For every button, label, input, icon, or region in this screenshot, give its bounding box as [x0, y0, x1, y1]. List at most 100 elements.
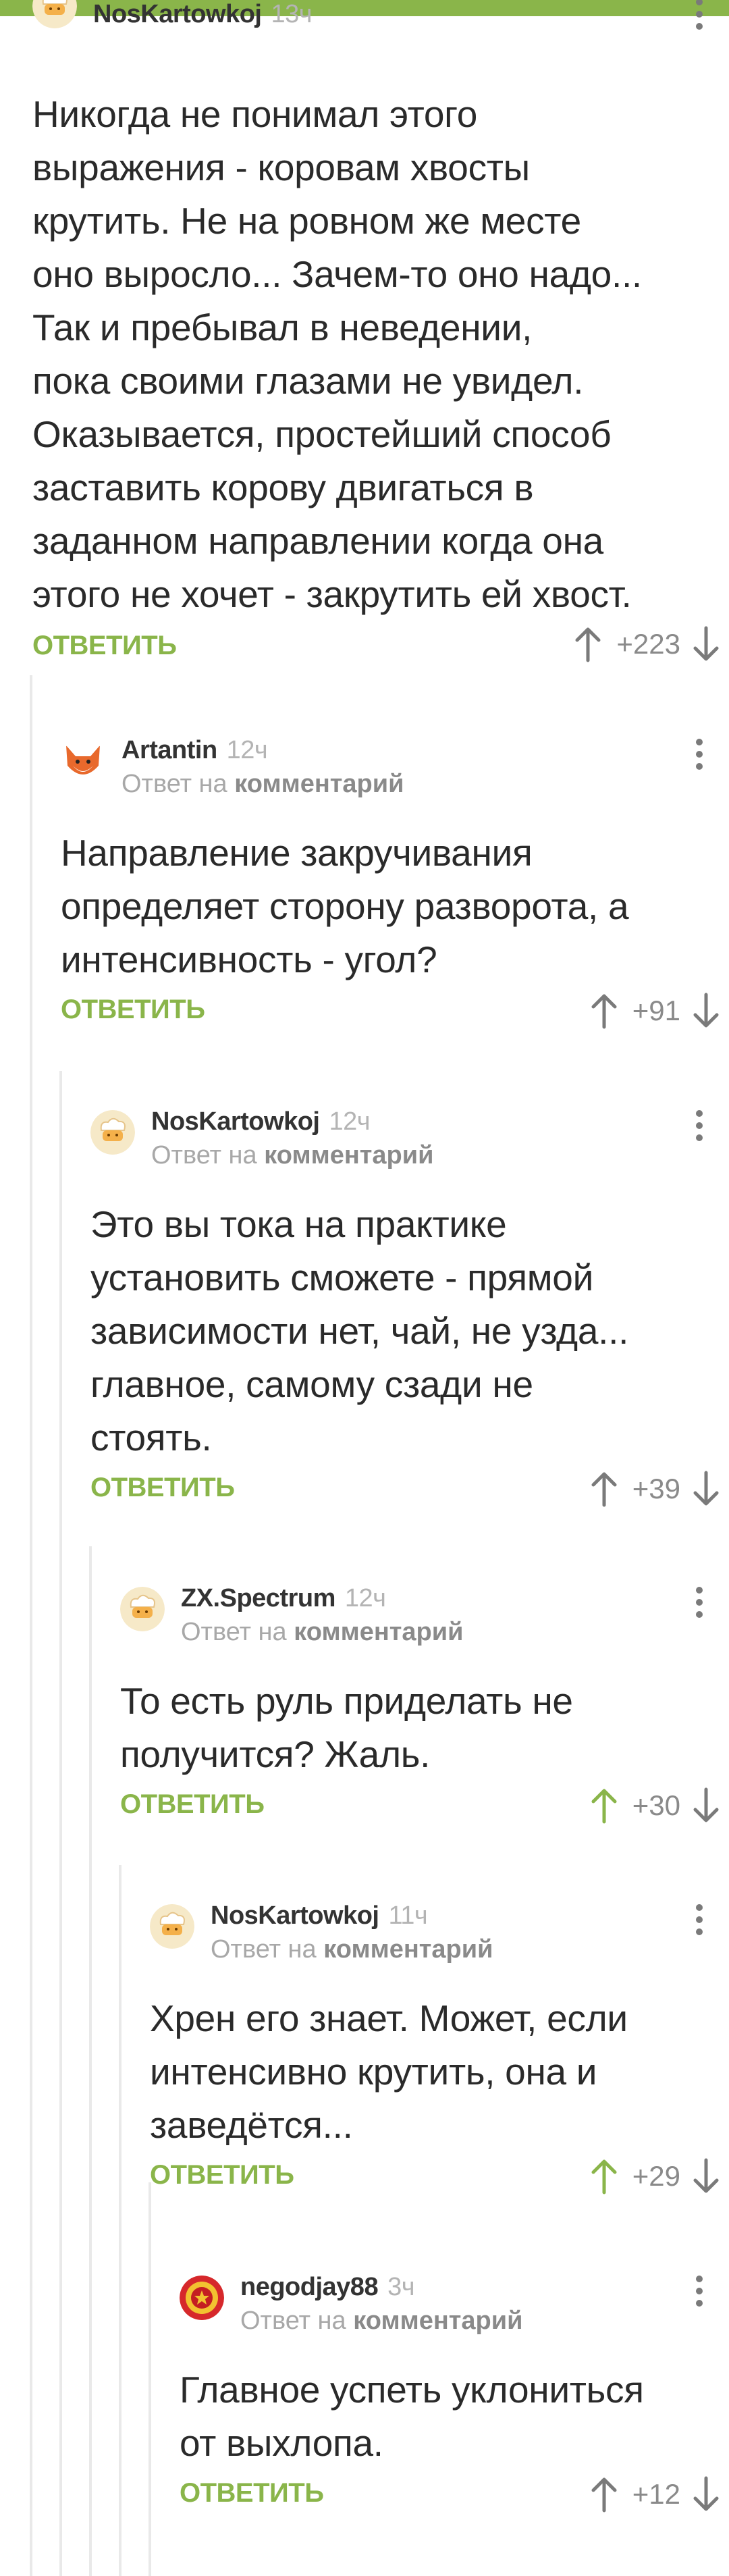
comment-time: 3ч: [387, 2273, 415, 2301]
comment-actions: ОТВЕТИТЬ +29: [150, 2152, 729, 2213]
reply-button[interactable]: ОТВЕТИТЬ: [120, 1789, 265, 1820]
reply-to-prefix: Ответ на: [211, 1935, 317, 1964]
reply-to-prefix: Ответ на: [151, 1141, 257, 1169]
downvote-arrow-icon[interactable]: [691, 2475, 721, 2513]
upvote-arrow-icon[interactable]: [589, 992, 619, 1030]
more-menu-icon[interactable]: [686, 1900, 713, 1947]
author-name[interactable]: NosKartowkoj: [151, 1107, 320, 1136]
author-name[interactable]: NosKartowkoj: [93, 0, 262, 28]
thread-line: [59, 1071, 62, 2576]
comment-author[interactable]: negodjay88 3ч: [240, 2273, 415, 2302]
author-name[interactable]: Artantin: [122, 736, 217, 764]
author-name[interactable]: NosKartowkoj: [211, 1901, 379, 1930]
comment-header: ZX.Spectrum 12ч Ответ на комментарий: [120, 1577, 729, 1652]
comment-time: 13ч: [271, 0, 313, 28]
chef-avatar-icon: [90, 1110, 135, 1155]
comment-score: +30: [632, 1789, 680, 1821]
comment-time: 12ч: [344, 1584, 386, 1612]
more-menu-icon[interactable]: [686, 1106, 713, 1153]
comment-time: 11ч: [388, 1901, 428, 1930]
comment-text: То есть руль приделать не получится? Жал…: [120, 1680, 573, 1775]
comment-author[interactable]: NosKartowkoj 11ч: [211, 1901, 428, 1930]
comment: NosKartowkoj 13ч Никогда не понимал этого…: [32, 0, 729, 682]
upvote-arrow-icon[interactable]: [573, 625, 603, 663]
more-menu-icon[interactable]: [686, 2271, 713, 2319]
rating: +29: [589, 2157, 721, 2195]
rating: +91: [589, 992, 721, 1030]
comment-text: Это вы тока на практике установить сможе…: [90, 1203, 629, 1458]
comment-author[interactable]: ZX.Spectrum 12ч: [181, 1584, 386, 1613]
more-menu-icon[interactable]: [686, 735, 713, 782]
comment-time: 12ч: [329, 1107, 371, 1136]
rating: +39: [589, 1470, 721, 1508]
reply-to-prefix: Ответ на: [181, 1618, 287, 1646]
avatar[interactable]: [150, 1904, 194, 1949]
comment-author[interactable]: NosKartowkoj 13ч: [93, 0, 313, 29]
downvote-arrow-icon[interactable]: [691, 2157, 721, 2195]
upvote-arrow-icon[interactable]: [589, 2157, 619, 2195]
author-name[interactable]: negodjay88: [240, 2273, 379, 2301]
more-menu-icon[interactable]: [686, 1583, 713, 1630]
rating: +30: [589, 1787, 721, 1824]
reply-to-comment-link[interactable]: комментарий: [323, 1935, 493, 1964]
reply-to-link[interactable]: Ответ на комментарий: [151, 1141, 433, 1170]
downvote-arrow-icon[interactable]: [691, 1470, 721, 1508]
comment-text: Главное успеть уклониться от выхлопа.: [180, 2369, 644, 2464]
comment-score: +91: [632, 995, 680, 1026]
chef-avatar-icon: [120, 1587, 165, 1631]
comment-score: +223: [616, 628, 680, 660]
avatar[interactable]: [180, 2276, 224, 2320]
rating: +12: [589, 2475, 721, 2513]
upvote-arrow-icon[interactable]: [589, 1787, 619, 1824]
avatar[interactable]: [120, 1587, 165, 1631]
fox-avatar-icon: [61, 739, 105, 783]
emblem-avatar-icon: [180, 2276, 224, 2320]
reply-to-comment-link[interactable]: комментарий: [234, 770, 404, 798]
upvote-arrow-icon[interactable]: [589, 1470, 619, 1508]
comment: Artantin 12ч Ответ на комментарий Направл…: [61, 729, 729, 1047]
comment: negodjay88 3ч Ответ на комментарий Главно…: [180, 2266, 729, 2531]
reply-to-link[interactable]: Ответ на комментарий: [211, 1935, 493, 1964]
reply-to-comment-link[interactable]: комментарий: [264, 1141, 433, 1169]
reply-to-prefix: Ответ на: [240, 2307, 346, 2335]
thread-line: [119, 1865, 122, 2576]
comment-author[interactable]: Artantin 12ч: [122, 736, 268, 765]
thread-line: [89, 1546, 92, 2576]
reply-to-comment-link[interactable]: комментарий: [353, 2307, 522, 2335]
reply-button[interactable]: ОТВЕТИТЬ: [90, 1473, 235, 1503]
comment-actions: ОТВЕТИТЬ +12: [180, 2470, 729, 2531]
reply-button[interactable]: ОТВЕТИТЬ: [180, 2478, 324, 2508]
comment: NosKartowkoj 11ч Ответ на комментарий Хре…: [150, 1895, 729, 2213]
comment: ZX.Spectrum 12ч Ответ на комментарий То е…: [120, 1577, 729, 1842]
comment-score: +29: [632, 2160, 680, 2192]
more-menu-icon[interactable]: [686, 0, 713, 42]
chef-avatar-icon: [32, 0, 77, 28]
reply-button[interactable]: ОТВЕТИТЬ: [61, 995, 205, 1025]
comment-time: 12ч: [226, 736, 268, 764]
comment-header: NosKartowkoj 11ч Ответ на комментарий: [150, 1895, 729, 1969]
downvote-arrow-icon[interactable]: [691, 625, 721, 663]
downvote-arrow-icon[interactable]: [691, 992, 721, 1030]
reply-button[interactable]: ОТВЕТИТЬ: [32, 631, 177, 661]
comment-header: NosKartowkoj 12ч Ответ на комментарий: [90, 1101, 729, 1175]
reply-to-comment-link[interactable]: комментарий: [294, 1618, 463, 1646]
reply-to-link[interactable]: Ответ на комментарий: [122, 770, 404, 799]
rating: +223: [573, 625, 721, 663]
comment-header: NosKartowkoj 13ч: [32, 0, 729, 39]
reply-button[interactable]: ОТВЕТИТЬ: [150, 2160, 294, 2190]
avatar[interactable]: [90, 1110, 135, 1155]
comment-actions: ОТВЕТИТЬ +223: [32, 621, 729, 682]
author-name[interactable]: ZX.Spectrum: [181, 1584, 335, 1612]
reply-to-link[interactable]: Ответ на комментарий: [240, 2307, 522, 2336]
comment-author[interactable]: NosKartowkoj 12ч: [151, 1107, 371, 1136]
avatar[interactable]: [32, 0, 77, 28]
reply-to-prefix: Ответ на: [122, 770, 227, 798]
downvote-arrow-icon[interactable]: [691, 1787, 721, 1824]
chef-avatar-icon: [150, 1904, 194, 1949]
comment-score: +12: [632, 2478, 680, 2510]
comment-actions: ОТВЕТИТЬ +91: [61, 987, 729, 1047]
upvote-arrow-icon[interactable]: [589, 2475, 619, 2513]
reply-to-link[interactable]: Ответ на комментарий: [181, 1618, 463, 1647]
comment-header: Artantin 12ч Ответ на комментарий: [61, 729, 729, 804]
avatar[interactable]: [61, 739, 105, 783]
